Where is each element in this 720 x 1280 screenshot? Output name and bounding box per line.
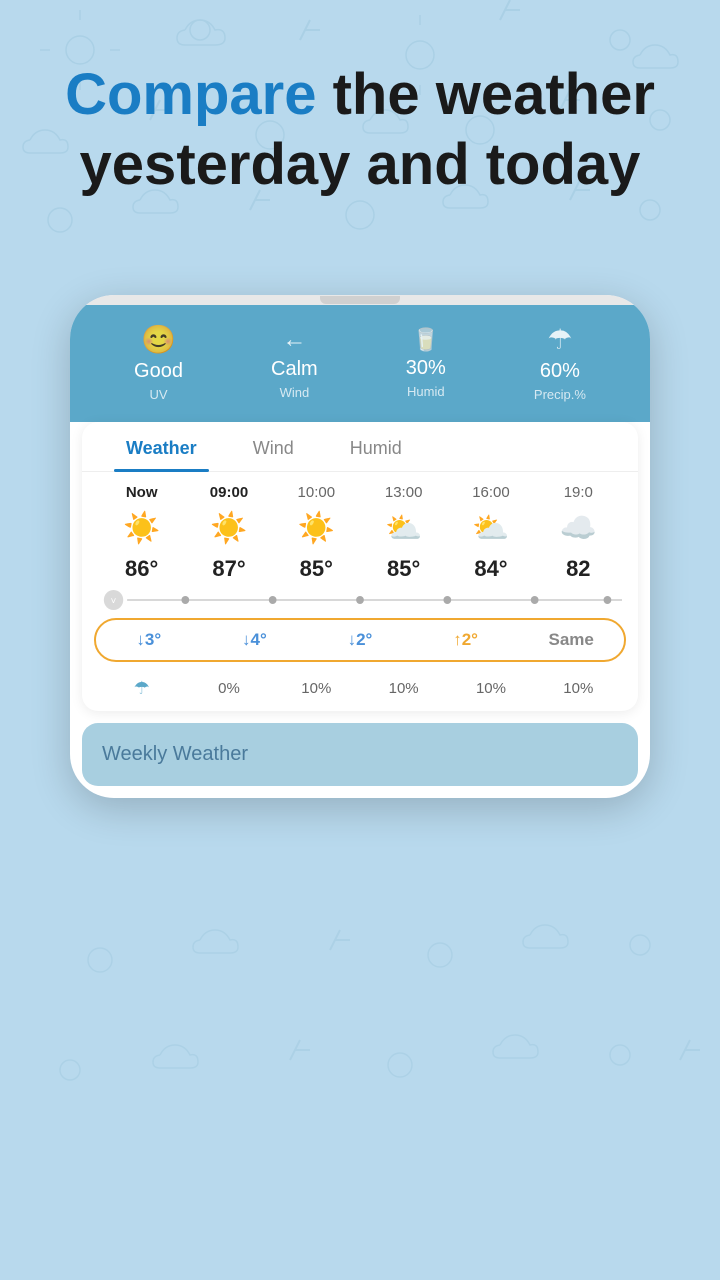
compare-text: Compare: [65, 62, 316, 127]
phone-mockup: 😊 Good UV ← Calm Wind 🥛 30% Humid ☂ 60% …: [70, 295, 650, 798]
precip-now: 0%: [185, 680, 272, 697]
wind-icon: ←: [282, 326, 306, 354]
humid-label: Humid: [407, 384, 445, 399]
icon-1300: ⛅: [360, 511, 447, 546]
precip-1000: 10%: [360, 680, 447, 697]
precip-value: 60%: [540, 360, 580, 383]
phone-notch: [320, 296, 400, 304]
wind-value: Calm: [271, 358, 318, 381]
precip-1300: 10%: [447, 680, 534, 697]
temp-row: 86° 87° 85° 85° 84° 82: [82, 552, 638, 586]
compare-0900: ↓4°: [202, 630, 308, 650]
time-row: Now 09:00 10:00 13:00 16:00 19:0: [82, 472, 638, 505]
icon-1600: ⛅: [447, 511, 534, 546]
wind-label: Wind: [280, 385, 310, 400]
temp-1900: 82: [535, 556, 622, 582]
compare-1300: ↑2°: [413, 630, 519, 650]
time-0900: 09:00: [185, 484, 272, 501]
wind-stat: ← Calm Wind: [271, 326, 318, 400]
precip-stat: ☂ 60% Precip.%: [534, 323, 586, 402]
uv-icon: 😊: [141, 323, 176, 356]
temp-1600: 84°: [447, 556, 534, 582]
time-1600: 16:00: [447, 484, 534, 501]
compare-1000: ↓2°: [307, 630, 413, 650]
temp-now: 86°: [98, 556, 185, 582]
tab-bar: Weather Wind Humid: [82, 422, 638, 472]
temp-1300: 85°: [360, 556, 447, 582]
precip-umbrella-icon: ☂: [98, 678, 185, 699]
weather-icons-row: ☀️ ☀️ ☀️ ⛅ ⛅ ☁️: [82, 505, 638, 552]
compare-1600: Same: [518, 630, 624, 650]
icon-1000: ☀️: [273, 511, 360, 546]
humid-value: 30%: [406, 357, 446, 380]
temp-0900: 87°: [185, 556, 272, 582]
icon-now: ☀️: [98, 511, 185, 546]
tab-wind[interactable]: Wind: [225, 422, 322, 471]
precip-0900: 10%: [273, 680, 360, 697]
time-1000: 10:00: [273, 484, 360, 501]
precip-header-icon: ☂: [547, 323, 572, 356]
phone-topbar: [70, 295, 650, 305]
header-section: Compare the weather yesterday and today: [0, 60, 720, 199]
temperature-graph: ˅: [98, 590, 622, 610]
weekly-weather-title: Weekly Weather: [102, 743, 618, 766]
subtitle-text: yesterday and today: [80, 132, 641, 197]
precip-label: Precip.%: [534, 387, 586, 402]
tab-humid[interactable]: Humid: [322, 422, 430, 471]
comparison-row: ↓3° ↓4° ↓2° ↑2° Same: [94, 618, 626, 662]
weather-header: 😊 Good UV ← Calm Wind 🥛 30% Humid ☂ 60% …: [70, 305, 650, 422]
weather-stats: 😊 Good UV ← Calm Wind 🥛 30% Humid ☂ 60% …: [90, 323, 630, 402]
precip-row: ☂ 0% 10% 10% 10% 10%: [82, 670, 638, 699]
uv-value: Good: [134, 360, 183, 383]
humid-icon: 🥛: [412, 327, 439, 353]
svg-text:˅: ˅: [111, 596, 117, 607]
compare-now: ↓3°: [96, 630, 202, 650]
content-card: Weather Wind Humid Now 09:00 10:00 13:00…: [82, 422, 638, 711]
uv-stat: 😊 Good UV: [134, 323, 183, 402]
uv-label: UV: [149, 387, 167, 402]
icon-0900: ☀️: [185, 511, 272, 546]
temp-1000: 85°: [273, 556, 360, 582]
time-now: Now: [98, 484, 185, 501]
tab-weather[interactable]: Weather: [98, 422, 225, 471]
icon-1900: ☁️: [535, 511, 622, 546]
the-weather-text: the weather: [316, 62, 654, 127]
time-1900: 19:0: [535, 484, 622, 501]
weekly-weather-section: Weekly Weather: [82, 723, 638, 786]
humid-stat: 🥛 30% Humid: [406, 327, 446, 399]
precip-1600: 10%: [535, 680, 622, 697]
time-1300: 13:00: [360, 484, 447, 501]
